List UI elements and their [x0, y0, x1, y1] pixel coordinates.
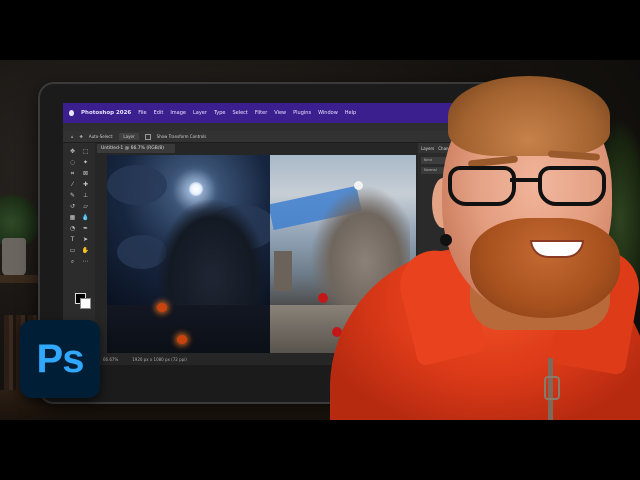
letterbox-bottom	[0, 420, 640, 480]
history-brush-icon[interactable]: ↺	[67, 202, 78, 212]
lens-right	[538, 166, 606, 206]
document-size: 1920 px x 1080 px (72 ppi)	[132, 356, 187, 362]
menu-select[interactable]: Select	[232, 110, 247, 116]
apple-icon[interactable]	[69, 110, 74, 116]
eyeglasses	[448, 166, 618, 210]
wall-shelf	[0, 275, 42, 283]
menu-bar: Photoshop 2026 File Edit Image Layer Typ…	[63, 103, 483, 123]
show-transform-checkbox[interactable]	[144, 133, 151, 140]
thumbnail-scene: Photoshop 2026 File Edit Image Layer Typ…	[0, 0, 640, 480]
background-building	[274, 251, 292, 291]
options-bar: ⌂ ✥ Auto-Select: Layer Show Transform Co…	[63, 131, 483, 143]
gradient-tool-icon[interactable]: ▦	[67, 213, 78, 223]
menu-type[interactable]: Type	[214, 110, 225, 116]
zoom-tool-icon[interactable]: ⌕	[67, 257, 78, 267]
path-select-icon[interactable]: ➤	[80, 235, 91, 245]
menu-edit[interactable]: Edit	[154, 110, 164, 116]
stamp-tool-icon[interactable]: ⊥	[80, 191, 91, 201]
shape-tool-icon[interactable]: ▭	[67, 246, 78, 256]
zipper-pull	[544, 376, 560, 400]
zoom-level[interactable]: 66.67%	[103, 357, 118, 362]
hair	[448, 76, 610, 156]
show-transform-label: Show Transform Controls	[156, 134, 207, 139]
window-title-bar: Adobe Photoshop 2026	[63, 123, 483, 140]
beard	[470, 218, 620, 318]
menu-plugins[interactable]: Plugins	[293, 110, 311, 116]
auto-select-dropdown[interactable]: Layer	[119, 133, 139, 140]
rock-base-dark	[107, 305, 275, 353]
document-tab[interactable]: Untitled-1 @ 66.7% (RGB/8)	[97, 144, 175, 153]
dodge-tool-icon[interactable]: ◔	[67, 224, 78, 234]
more-tools-icon[interactable]: ⋯	[80, 257, 91, 267]
text-tool-icon[interactable]: T	[67, 235, 78, 245]
pen-tool-icon[interactable]: ✒	[80, 224, 91, 234]
menu-view[interactable]: View	[274, 110, 286, 116]
lasso-tool-icon[interactable]: ◌	[67, 158, 78, 168]
glowing-pumpkin	[177, 335, 187, 344]
cloud	[107, 165, 167, 205]
move-tool-icon[interactable]: ✥	[80, 134, 83, 139]
brush-tool-icon[interactable]: ✎	[67, 191, 78, 201]
move-tool-icon[interactable]: ✥	[67, 147, 78, 157]
eyedropper-icon[interactable]: ⁄	[67, 180, 78, 190]
home-icon[interactable]: ⌂	[71, 134, 74, 139]
moon-glow	[189, 182, 203, 196]
plant-pot	[2, 238, 26, 276]
letterbox-top	[0, 0, 640, 60]
lens-left	[448, 166, 516, 206]
canvas-night-composite	[107, 155, 275, 353]
app-menu[interactable]: Photoshop 2026	[81, 110, 131, 116]
auto-select-label: Auto-Select:	[88, 134, 114, 139]
menu-window[interactable]: Window	[318, 110, 338, 116]
tab-layers[interactable]: Layers	[421, 146, 434, 151]
glasses-bridge	[510, 178, 538, 182]
background-color-swatch[interactable]	[80, 298, 91, 309]
photoshop-logo: Ps	[20, 320, 100, 398]
hand-tool-icon[interactable]: ✋	[80, 246, 91, 256]
ear-plug	[440, 234, 452, 246]
healing-brush-icon[interactable]: ✚	[80, 180, 91, 190]
photoshop-logo-text: Ps	[36, 336, 85, 381]
menu-filter[interactable]: Filter	[255, 110, 267, 116]
eraser-tool-icon[interactable]: ▱	[80, 202, 91, 212]
left-plant	[0, 190, 38, 244]
crop-tool-icon[interactable]: ⌗	[67, 169, 78, 179]
menu-image[interactable]: Image	[170, 110, 186, 116]
frame-tool-icon[interactable]: ⊠	[80, 169, 91, 179]
glowing-pumpkin	[157, 303, 167, 312]
menu-layer[interactable]: Layer	[193, 110, 207, 116]
marquee-tool-icon[interactable]: ⬚	[80, 147, 91, 157]
menu-help[interactable]: Help	[345, 110, 356, 116]
blur-tool-icon[interactable]: 💧	[80, 213, 91, 223]
red-ornament	[318, 293, 328, 303]
magic-wand-icon[interactable]: ✦	[80, 158, 91, 168]
menu-file[interactable]: File	[138, 110, 146, 116]
statue-globe	[354, 181, 363, 190]
